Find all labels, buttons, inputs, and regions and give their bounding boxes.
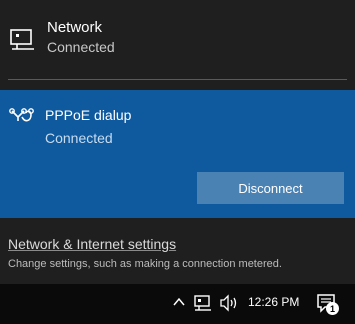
- disconnect-button[interactable]: Disconnect: [197, 172, 344, 204]
- network-settings-description: Change settings, such as making a connec…: [8, 258, 282, 270]
- network-icon[interactable]: [194, 294, 212, 312]
- network-flyout: Network Connected PPPoE dialup Connected…: [0, 0, 355, 284]
- clock[interactable]: 12:26 PM: [248, 295, 299, 309]
- taskbar: 12:26 PM 1: [0, 284, 355, 324]
- network-connection-item[interactable]: Network Connected: [0, 0, 355, 75]
- dialup-connection-item[interactable]: PPPoE dialup Connected Disconnect: [0, 90, 355, 218]
- network-name: Network: [47, 19, 103, 36]
- chevron-up-icon[interactable]: [172, 295, 186, 309]
- notification-badge: 1: [326, 302, 339, 315]
- wired-network-icon: [10, 29, 34, 50]
- dialup-name: PPPoE dialup: [45, 107, 132, 123]
- volume-icon[interactable]: [219, 294, 239, 312]
- dialup-status: Connected: [45, 130, 113, 146]
- divider: [8, 79, 347, 80]
- dialup-connection-icon: [9, 108, 34, 122]
- network-status: Connected: [47, 39, 115, 55]
- action-center-button[interactable]: 1: [314, 292, 340, 316]
- network-settings-link[interactable]: Network & Internet settings: [8, 236, 176, 252]
